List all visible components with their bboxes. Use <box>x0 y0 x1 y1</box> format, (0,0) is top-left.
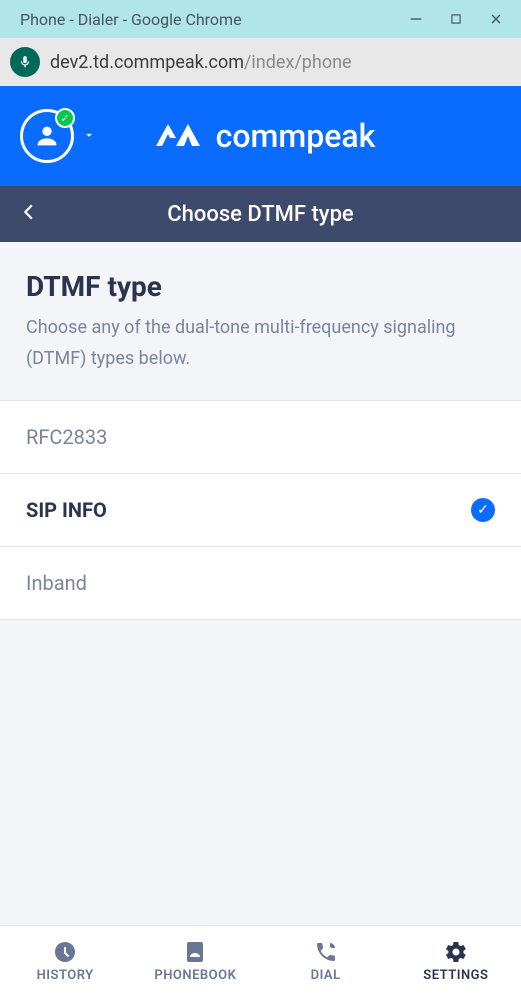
gear-icon <box>444 940 468 964</box>
option-label: SIP INFO <box>26 498 107 522</box>
contacts-icon <box>183 940 207 964</box>
app-header: ✓ commpeak <box>0 86 521 186</box>
option-label: Inband <box>26 571 87 595</box>
url-text[interactable]: dev2.td.commpeak.com/index/phone <box>50 52 352 73</box>
profile-menu[interactable]: ✓ <box>20 109 96 163</box>
dtmf-option-rfc2833[interactable]: RFC2833 <box>0 401 521 474</box>
nav-dial[interactable]: DIAL <box>261 926 391 997</box>
close-button[interactable] <box>481 4 511 34</box>
brand-name: commpeak <box>216 117 376 155</box>
clock-icon <box>53 940 77 964</box>
minimize-button[interactable] <box>401 4 431 34</box>
bottom-nav: HISTORY PHONEBOOK DIAL SETTINGS <box>0 925 521 997</box>
logo-icon <box>146 118 206 154</box>
nav-label: HISTORY <box>37 968 94 983</box>
nav-history[interactable]: HISTORY <box>0 926 130 997</box>
avatar: ✓ <box>20 109 74 163</box>
window-titlebar: Phone - Dialer - Google Chrome <box>0 0 521 38</box>
dtmf-option-sip-info[interactable]: SIP INFO ✓ <box>0 474 521 547</box>
status-online-icon: ✓ <box>55 108 75 128</box>
chevron-down-icon <box>82 127 96 146</box>
phone-icon <box>314 940 338 964</box>
nav-phonebook[interactable]: PHONEBOOK <box>130 926 260 997</box>
empty-space <box>0 620 521 925</box>
nav-label: PHONEBOOK <box>154 968 236 983</box>
dtmf-option-inband[interactable]: Inband <box>0 547 521 620</box>
url-bar: dev2.td.commpeak.com/index/phone <box>0 38 521 86</box>
nav-label: SETTINGS <box>423 968 488 983</box>
section-description: Choose any of the dual-tone multi-freque… <box>26 313 495 374</box>
page-subheader: Choose DTMF type <box>0 186 521 242</box>
nav-label: DIAL <box>311 968 341 983</box>
content-area: DTMF type Choose any of the dual-tone mu… <box>0 242 521 925</box>
microphone-icon[interactable] <box>10 47 40 77</box>
checkmark-icon: ✓ <box>471 498 495 522</box>
maximize-button[interactable] <box>441 4 471 34</box>
url-host: dev2.td.commpeak.com <box>50 52 244 73</box>
section-title: DTMF type <box>26 270 495 303</box>
page-title: Choose DTMF type <box>167 202 353 227</box>
window-title: Phone - Dialer - Google Chrome <box>20 10 391 29</box>
nav-settings[interactable]: SETTINGS <box>391 926 521 997</box>
back-button[interactable] <box>20 203 38 225</box>
brand-logo: commpeak <box>146 117 376 155</box>
url-path: /index/phone <box>244 52 352 73</box>
option-label: RFC2833 <box>26 425 107 449</box>
section-header: DTMF type Choose any of the dual-tone mu… <box>0 242 521 401</box>
